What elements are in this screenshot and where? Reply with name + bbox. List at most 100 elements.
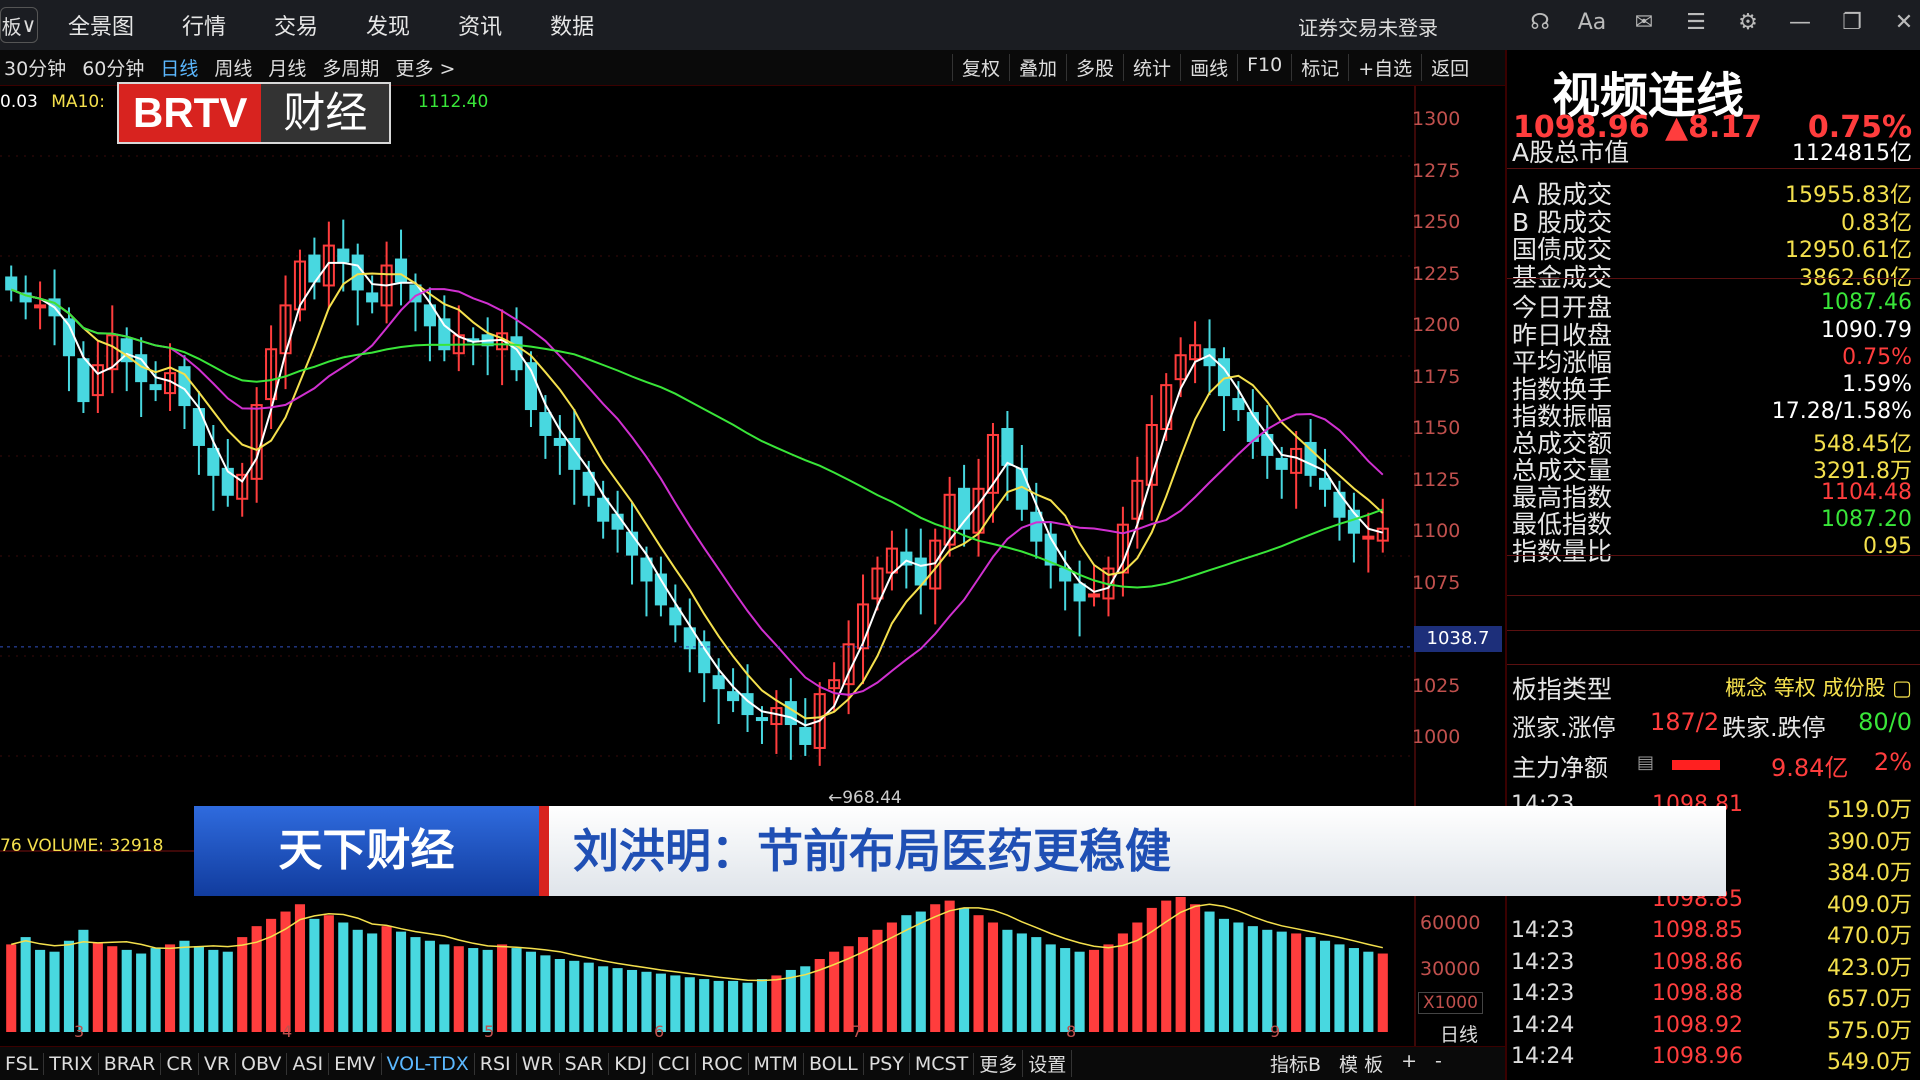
period-tab[interactable]: 周线 — [214, 54, 252, 81]
indicator-tab[interactable]: CR — [161, 1052, 199, 1075]
login-status[interactable]: 证券交易未登录 — [1298, 12, 1438, 41]
indicator-tab[interactable]: VOL-TDX — [382, 1052, 475, 1075]
stat-value: 17.28/1.58% — [1771, 399, 1912, 424]
candlestick-chart[interactable] — [0, 86, 1505, 1046]
volume-bar — [323, 915, 334, 1032]
indicator-tab[interactable]: VR — [199, 1052, 237, 1075]
date-label: 5 — [484, 1022, 495, 1041]
volume-bar — [670, 975, 681, 1032]
period-tab[interactable]: 月线 — [268, 54, 306, 81]
tool-button[interactable]: 返回 — [1421, 54, 1478, 81]
indicator-b-button[interactable]: 指标B — [1270, 1050, 1321, 1077]
indicator-tab[interactable]: ASI — [287, 1052, 330, 1075]
top-menu-bar: 板 ∨ 全景图 行情 交易 发现 资讯 数据 证券交易未登录 ☊ Aa ✉ ☰ ⚙… — [0, 0, 1920, 50]
period-tab[interactable]: 30分钟 — [4, 54, 66, 81]
fall-label: 跌家.跌停 — [1722, 714, 1826, 742]
menu-item-overview[interactable]: 全景图 — [68, 9, 134, 41]
volume-bar — [959, 907, 970, 1032]
indicator-tab[interactable]: PSY — [864, 1052, 910, 1075]
mail-icon[interactable]: ✉ — [1624, 10, 1664, 35]
minimize-icon[interactable]: — — [1780, 10, 1820, 35]
chart-toolbar: 30分钟 60分钟 日线 周线 月线 多周期 更多 > 复权 叠加 多股 统计 画线 F10 标记 +自选… — [0, 50, 1505, 86]
menu-item-discover[interactable]: 发现 — [366, 9, 410, 41]
index-type-tags-text: 概念 等权 成份股 — [1725, 676, 1886, 700]
indicator-tab[interactable]: 设置 — [1023, 1050, 1073, 1077]
indicator-tab[interactable]: EMV — [329, 1052, 382, 1075]
indicator-tab[interactable]: TRIX — [44, 1052, 99, 1075]
board-dropdown[interactable]: 板 ∨ — [0, 7, 38, 43]
volume-bar — [410, 937, 421, 1032]
date-label: 6 — [654, 1022, 665, 1041]
ma20-line — [10, 288, 1384, 696]
net-inflow-bar — [1672, 760, 1720, 770]
divider — [1507, 630, 1920, 631]
tool-button[interactable]: F10 — [1237, 54, 1291, 81]
stat-label: 指数量比 — [1512, 537, 1613, 566]
tool-button[interactable]: 统计 — [1123, 54, 1180, 81]
indicator-tab[interactable]: 更多 — [974, 1050, 1024, 1077]
indicator-tab[interactable]: OBV — [236, 1052, 288, 1075]
tool-button[interactable]: 复权 — [952, 54, 1009, 81]
tool-button[interactable]: 多股 — [1066, 54, 1123, 81]
list-icon[interactable]: ☰ — [1676, 10, 1716, 35]
headline: 刘洪明：节前布局医药更稳健 — [549, 806, 1726, 896]
volume-bar — [309, 918, 320, 1032]
volume-bar — [973, 915, 984, 1032]
volume-tick: 30000 — [1420, 958, 1481, 980]
candle-body — [34, 304, 47, 309]
volume-bar — [1204, 911, 1215, 1032]
headset-icon[interactable]: ☊ — [1520, 10, 1560, 35]
indicator-tab[interactable]: MCST — [910, 1052, 975, 1075]
indicator-tab[interactable]: CCI — [653, 1052, 697, 1075]
zoom-in-button[interactable]: + — [1401, 1050, 1417, 1077]
candle-body — [1087, 593, 1101, 598]
candle-body — [539, 412, 552, 436]
indicator-tab[interactable]: WR — [517, 1052, 560, 1075]
restore-icon[interactable]: ❐ — [1832, 10, 1872, 35]
tool-button[interactable]: +自选 — [1348, 54, 1421, 81]
menu-item-news[interactable]: 资讯 — [458, 9, 502, 41]
gear-icon[interactable]: ⚙ — [1728, 10, 1768, 35]
tool-button[interactable]: 标记 — [1291, 54, 1348, 81]
trade-qty: 549.0万 — [1827, 1050, 1912, 1075]
volume-multiplier: X1000 — [1418, 992, 1483, 1014]
tool-button[interactable]: 叠加 — [1009, 54, 1066, 81]
menu-item-data[interactable]: 数据 — [550, 9, 594, 41]
volume-bar — [540, 955, 551, 1032]
trade-qty: 384.0万 — [1827, 861, 1912, 886]
close-icon[interactable]: ✕ — [1884, 10, 1920, 35]
brtv-logo: BRTV 财经 — [117, 82, 392, 144]
menu-item-quotes[interactable]: 行情 — [182, 9, 226, 41]
candle-body — [207, 447, 220, 476]
candle-body — [1232, 398, 1245, 411]
period-tab[interactable]: 更多 > — [395, 54, 455, 81]
trade-price: 1098.92 — [1652, 1012, 1743, 1038]
net-menu-icon[interactable]: ▤ — [1637, 752, 1654, 773]
divider — [1507, 278, 1920, 279]
indicator-tab[interactable]: KDJ — [609, 1052, 653, 1075]
stat-row: 基金成交 3862.60亿 — [1507, 258, 1920, 292]
candle-body — [1275, 457, 1288, 470]
indicator-tab[interactable]: MTM — [749, 1052, 804, 1075]
stat-row: 指数量比 0.95 — [1507, 532, 1920, 566]
trade-qty: 423.0万 — [1827, 955, 1912, 981]
period-tab[interactable]: 60分钟 — [82, 54, 144, 81]
volume-bar — [367, 933, 378, 1032]
tool-button[interactable]: 画线 — [1180, 54, 1237, 81]
period-tab[interactable]: 日线 — [160, 54, 198, 81]
ma-legend: 0.03 MA10: 1112.40 — [0, 92, 488, 112]
indicator-tab[interactable]: BRAR — [99, 1052, 162, 1075]
index-type-tags[interactable]: 概念 等权 成份股 ▢ — [1725, 672, 1912, 702]
template-button[interactable]: 模 板 — [1339, 1050, 1383, 1077]
font-size-icon[interactable]: Aa — [1572, 10, 1612, 35]
candle-body — [1261, 433, 1274, 456]
indicator-tab[interactable]: ROC — [696, 1052, 749, 1075]
indicator-tab[interactable]: BOLL — [804, 1052, 864, 1075]
zoom-out-button[interactable]: - — [1435, 1050, 1442, 1077]
indicator-tab[interactable]: RSI — [475, 1052, 517, 1075]
volume-bar — [338, 922, 349, 1032]
menu-item-trade[interactable]: 交易 — [274, 9, 318, 41]
period-tab[interactable]: 多周期 — [322, 54, 379, 81]
indicator-tab[interactable]: FSL — [0, 1052, 45, 1075]
indicator-tab[interactable]: SAR — [560, 1052, 610, 1075]
